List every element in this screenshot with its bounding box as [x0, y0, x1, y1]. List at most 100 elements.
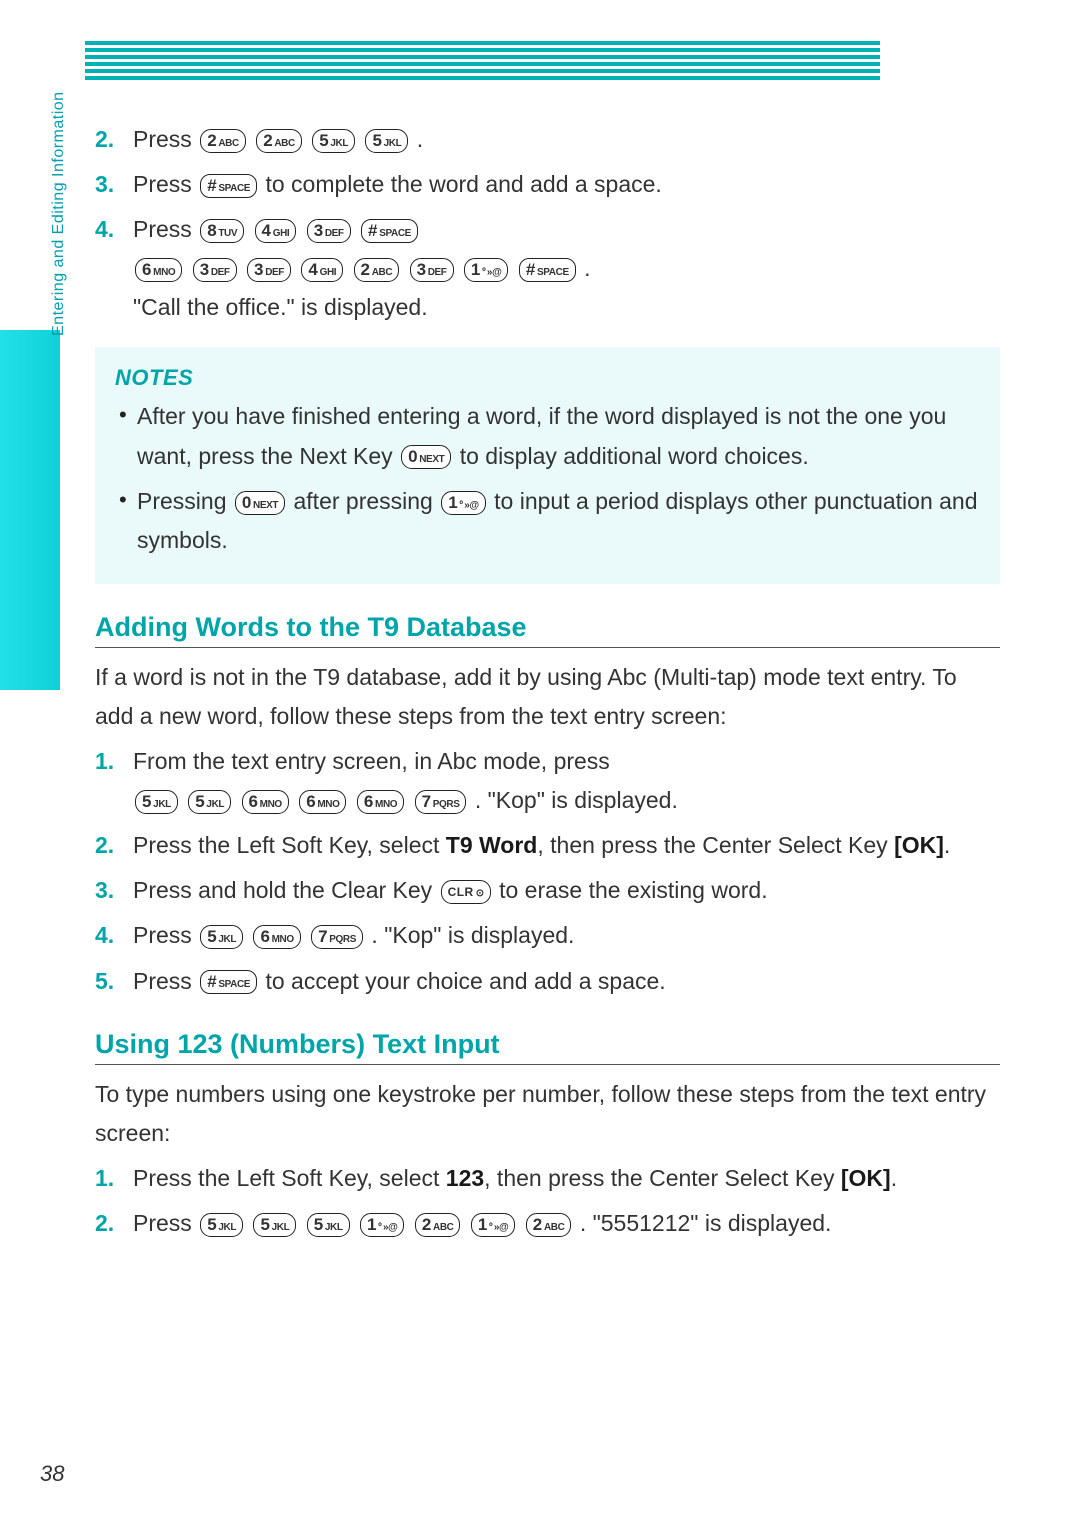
key-hash-space: #SPACE: [200, 970, 257, 994]
text: , then press the Center Select Key: [484, 1165, 841, 1191]
step-number: 2.: [95, 826, 114, 865]
step-1: 1. From the text entry screen, in Abc mo…: [95, 742, 1000, 820]
key-6mno: 6MNO: [299, 790, 346, 814]
step-number: 1.: [95, 1159, 114, 1198]
text: Press: [133, 968, 198, 994]
header-rules: [85, 0, 880, 80]
section-title-123: Using 123 (Numbers) Text Input: [95, 1029, 1000, 1065]
text: Press: [133, 126, 198, 152]
key-5jkl: 5JKL: [307, 1213, 350, 1237]
step-number: 3.: [95, 871, 114, 910]
note-item: Pressing 0NEXT after pressing 1º »@ to i…: [115, 482, 980, 560]
step-number: 3.: [95, 165, 114, 204]
key-5jkl: 5JKL: [200, 1213, 243, 1237]
page-number: 38: [40, 1461, 64, 1487]
key-0next: 0NEXT: [235, 491, 285, 515]
notes-box: NOTES After you have finished entering a…: [95, 347, 1000, 583]
text: after pressing: [294, 488, 440, 514]
step-number: 1.: [95, 742, 114, 781]
key-7pqrs: 7PQRS: [311, 925, 363, 949]
key-8tuv: 8TUV: [200, 219, 244, 243]
key-hash-space: #SPACE: [519, 258, 576, 282]
text: to complete the word and add a space.: [265, 171, 661, 197]
bold-text: T9 Word: [446, 832, 538, 858]
step-5: 5. Press #SPACE to accept your choice an…: [95, 962, 1000, 1001]
key-1sym: 1º »@: [441, 491, 486, 515]
sectiona-steps: 1. From the text entry screen, in Abc mo…: [95, 742, 1000, 1001]
key-3def: 3DEF: [193, 258, 237, 282]
top-step-list: 2. Press 2ABC 2ABC 5JKL 5JKL . 3. Press …: [95, 120, 1000, 327]
text: Press the Left Soft Key, select: [133, 832, 446, 858]
step-2: 2. Press 5JKL 5JKL 5JKL 1º »@ 2ABC 1º »@…: [95, 1204, 1000, 1243]
section-intro: To type numbers using one keystroke per …: [95, 1075, 1000, 1153]
key-1sym: 1º »@: [464, 258, 509, 282]
key-1sym: 1º »@: [360, 1213, 405, 1237]
step-2: 2. Press 2ABC 2ABC 5JKL 5JKL .: [95, 120, 1000, 159]
text: Press: [133, 171, 198, 197]
bold-text: [OK]: [894, 832, 944, 858]
text: Press and hold the Clear Key: [133, 877, 439, 903]
step-number: 4.: [95, 916, 114, 955]
key-2abc: 2ABC: [415, 1213, 461, 1237]
key-5jkl: 5JKL: [253, 1213, 296, 1237]
step-1: 1. Press the Left Soft Key, select 123, …: [95, 1159, 1000, 1198]
key-hash-space: #SPACE: [361, 219, 418, 243]
section-intro: If a word is not in the T9 database, add…: [95, 658, 1000, 736]
key-5jkl: 5JKL: [365, 129, 408, 153]
key-3def: 3DEF: [410, 258, 454, 282]
text: .: [944, 832, 950, 858]
text: From the text entry screen, in Abc mode,…: [133, 748, 610, 774]
key-3def: 3DEF: [247, 258, 291, 282]
step-number: 2.: [95, 120, 114, 159]
key-5jkl: 5JKL: [312, 129, 355, 153]
text: Press the Left Soft Key, select: [133, 1165, 446, 1191]
text: to display additional word choices.: [460, 443, 809, 469]
key-2abc: 2ABC: [200, 129, 246, 153]
key-clr: CLR⊙: [441, 880, 491, 904]
text: Pressing: [137, 488, 233, 514]
sectionb-steps: 1. Press the Left Soft Key, select 123, …: [95, 1159, 1000, 1243]
text: . "Kop" is displayed.: [475, 787, 678, 813]
step-number: 5.: [95, 962, 114, 1001]
step-2: 2. Press the Left Soft Key, select T9 Wo…: [95, 826, 1000, 865]
text: .: [891, 1165, 897, 1191]
key-6mno: 6MNO: [253, 925, 300, 949]
key-4ghi: 4GHI: [301, 258, 343, 282]
side-tab-label: Entering and Editing Information: [50, 91, 68, 336]
result-text: "Call the office." is displayed.: [133, 294, 428, 320]
note-item: After you have finished entering a word,…: [115, 397, 980, 475]
key-7pqrs: 7PQRS: [415, 790, 467, 814]
key-5jkl: 5JKL: [200, 925, 243, 949]
text: . "5551212" is displayed.: [580, 1210, 832, 1236]
key-1sym: 1º »@: [471, 1213, 516, 1237]
text: .: [584, 255, 590, 281]
text: Press: [133, 922, 198, 948]
step-3: 3. Press #SPACE to complete the word and…: [95, 165, 1000, 204]
text: to erase the existing word.: [499, 877, 767, 903]
text: to accept your choice and add a space.: [265, 968, 665, 994]
text: Press: [133, 216, 198, 242]
bold-text: [OK]: [841, 1165, 891, 1191]
key-6mno: 6MNO: [242, 790, 289, 814]
text: Press: [133, 1210, 198, 1236]
step-3: 3. Press and hold the Clear Key CLR⊙ to …: [95, 871, 1000, 910]
notes-title: NOTES: [115, 365, 980, 391]
text: , then press the Center Select Key: [537, 832, 894, 858]
key-6mno: 6MNO: [135, 258, 182, 282]
text: .: [417, 126, 423, 152]
key-6mno: 6MNO: [357, 790, 404, 814]
key-3def: 3DEF: [307, 219, 351, 243]
side-tab: [0, 330, 60, 690]
key-5jkl: 5JKL: [188, 790, 231, 814]
text: . "Kop" is displayed.: [371, 922, 574, 948]
key-2abc: 2ABC: [256, 129, 302, 153]
step-number: 2.: [95, 1204, 114, 1243]
step-4: 4. Press 8TUV 4GHI 3DEF #SPACE 6MNO 3DEF…: [95, 210, 1000, 327]
key-2abc: 2ABC: [354, 258, 400, 282]
key-0next: 0NEXT: [401, 445, 451, 469]
key-5jkl: 5JKL: [135, 790, 178, 814]
step-number: 4.: [95, 210, 114, 249]
step-4: 4. Press 5JKL 6MNO 7PQRS . "Kop" is disp…: [95, 916, 1000, 955]
bold-text: 123: [446, 1165, 484, 1191]
section-title-t9: Adding Words to the T9 Database: [95, 612, 1000, 648]
